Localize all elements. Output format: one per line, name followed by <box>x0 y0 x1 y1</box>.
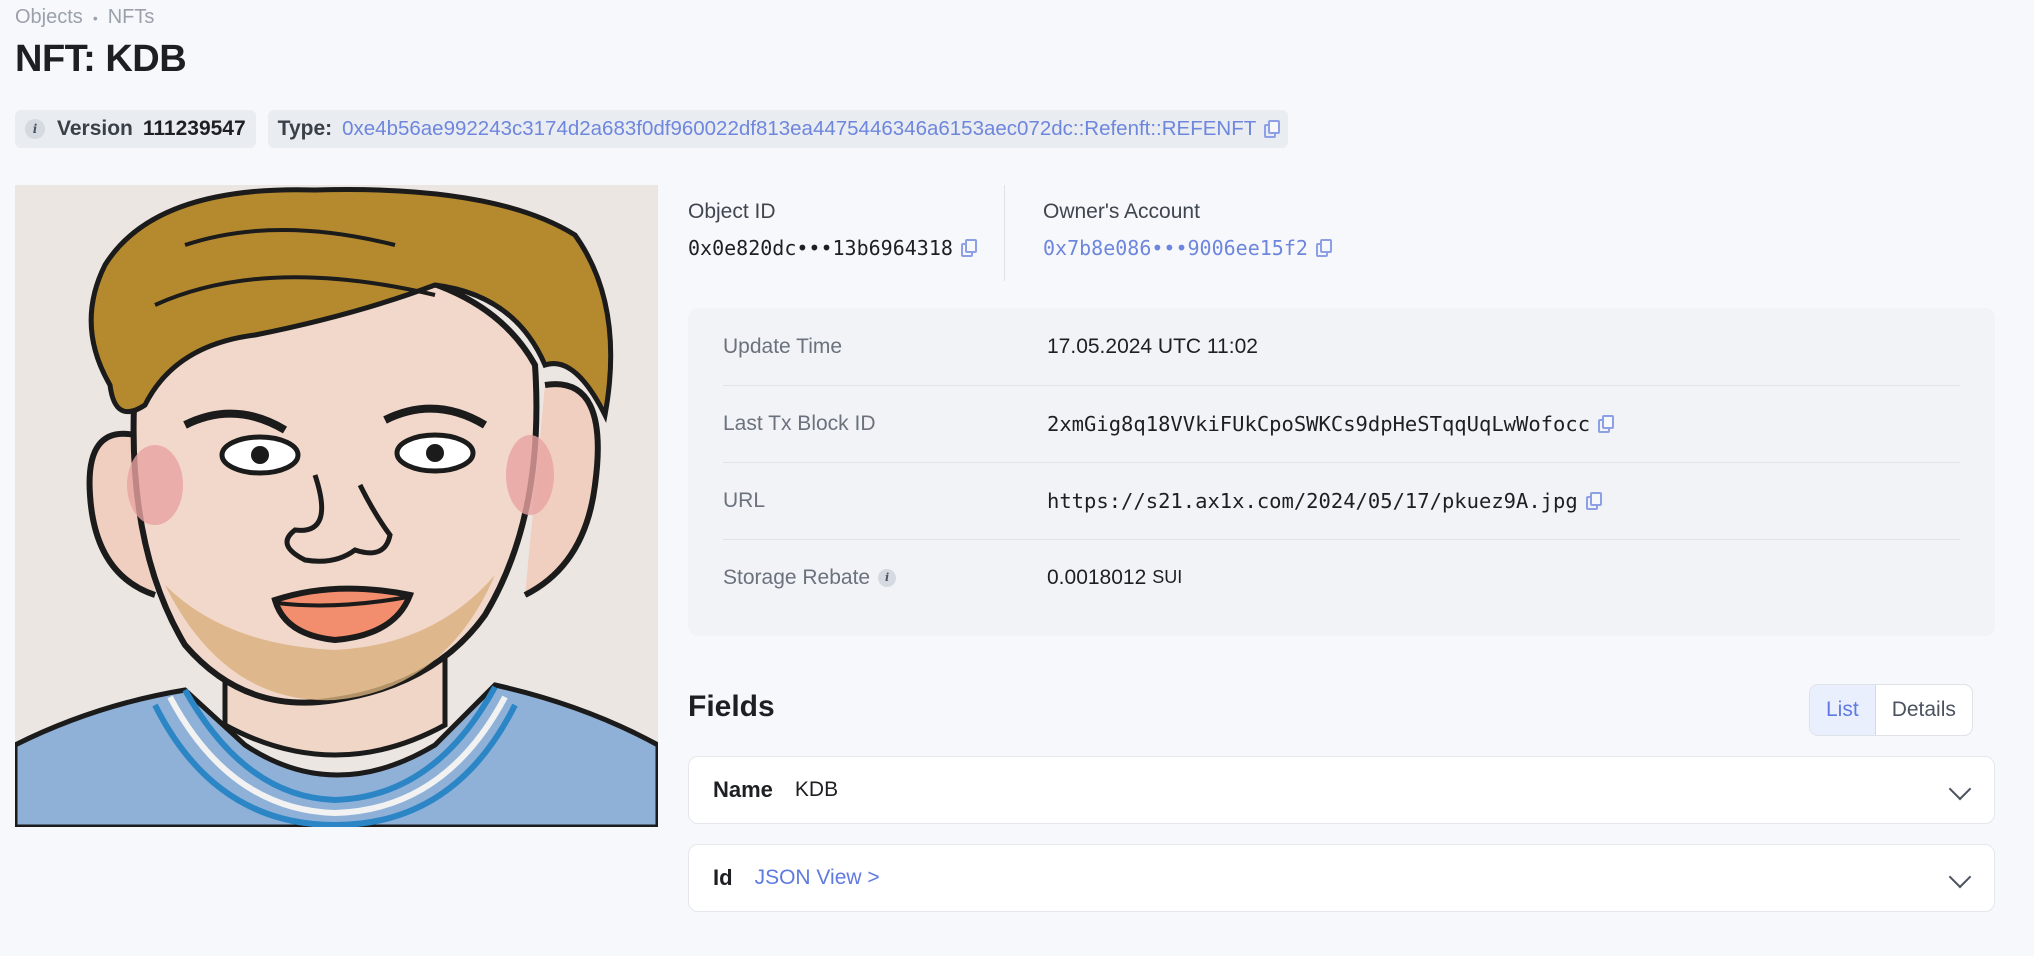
detail-label: URL <box>723 488 766 512</box>
detail-row-storage-rebate: Storage Rebate i 0.0018012 SUI <box>723 539 1960 616</box>
field-name: Name <box>713 777 773 802</box>
owner-value: 0x7b8e086•••9006ee15f2 <box>1043 236 1332 260</box>
info-icon[interactable]: i <box>25 119 45 139</box>
detail-row-url: URL https://s21.ax1x.com/2024/05/17/pkue… <box>723 462 1960 540</box>
type-link[interactable]: 0xe4b56ae992243c3174d2a683f0df960022df81… <box>342 117 1256 141</box>
type-label: Type: <box>277 117 333 140</box>
nft-image[interactable] <box>15 185 658 827</box>
version-value: 111239547 <box>142 117 246 140</box>
owner-label: Owner's Account <box>1043 200 1200 223</box>
object-id-text: 0x0e820dc•••13b6964318 <box>688 236 953 260</box>
object-id-label: Object ID <box>688 200 776 223</box>
owner-account-link[interactable]: 0x7b8e086•••9006ee15f2 <box>1043 236 1308 260</box>
json-view-link[interactable]: JSON View > <box>755 866 880 890</box>
header-chips: i Version 111239547 Type: 0xe4b56ae99224… <box>15 110 1289 148</box>
breadcrumb-item-nfts[interactable]: NFTs <box>108 6 155 29</box>
field-name: Id <box>713 865 733 890</box>
details-card: Update Time 17.05.2024 UTC 11:02 Last Tx… <box>688 308 1995 636</box>
last-tx-value: 2xmGig8q18VVkiFUkCpoSWKCs9dpHeSTqqUqLwWo… <box>1047 412 1615 436</box>
detail-row-update-time: Update Time 17.05.2024 UTC 11:02 <box>723 308 1960 386</box>
chevron-down-icon[interactable] <box>1948 865 1972 889</box>
copy-icon[interactable] <box>1264 120 1281 138</box>
breadcrumb: Objects • NFTs <box>15 6 154 29</box>
chevron-down-icon[interactable] <box>1948 777 1972 801</box>
detail-label: Storage Rebate i <box>723 566 1047 590</box>
storage-rebate-unit: SUI <box>1152 567 1183 587</box>
view-toggle: List Details <box>1809 684 1973 736</box>
detail-label: Update Time <box>723 334 843 358</box>
divider <box>1004 185 1005 281</box>
update-time-value: 17.05.2024 UTC 11:02 <box>1047 334 1258 358</box>
type-chip: Type: 0xe4b56ae992243c3174d2a683f0df9600… <box>267 110 1289 148</box>
copy-icon[interactable] <box>1585 491 1602 510</box>
detail-label: Last Tx Block ID <box>723 411 876 435</box>
breadcrumb-separator: • <box>92 9 98 26</box>
object-id-block: Object ID 0x0e820dc•••13b6964318 <box>688 200 977 260</box>
page-title: NFT: KDB <box>15 38 187 80</box>
field-value: KDB <box>794 778 839 801</box>
last-tx-link[interactable]: 2xmGig8q18VVkiFUkCpoSWKCs9dpHeSTqqUqLwWo… <box>1047 412 1590 436</box>
storage-rebate-label: Storage Rebate <box>723 565 871 589</box>
storage-rebate-amount: 0.0018012 <box>1047 565 1147 589</box>
copy-icon[interactable] <box>960 239 977 257</box>
fields-title: Fields <box>688 690 775 723</box>
url-text[interactable]: https://s21.ax1x.com/2024/05/17/pkuez9A.… <box>1047 489 1578 513</box>
owner-block: Owner's Account 0x7b8e086•••9006ee15f2 <box>1043 200 1332 260</box>
storage-rebate-value: 0.0018012 SUI <box>1047 566 1182 590</box>
copy-icon[interactable] <box>1315 239 1332 257</box>
breadcrumb-item-objects[interactable]: Objects <box>15 6 83 29</box>
copy-icon[interactable] <box>1598 414 1615 433</box>
field-row-name[interactable]: Name KDB <box>688 756 1995 824</box>
object-id-value: 0x0e820dc•••13b6964318 <box>688 236 977 260</box>
info-icon[interactable]: i <box>878 568 897 587</box>
tab-list[interactable]: List <box>1810 685 1876 735</box>
version-chip: i Version 111239547 <box>15 110 256 148</box>
field-row-id[interactable]: Id JSON View > <box>688 844 1995 912</box>
detail-row-last-tx: Last Tx Block ID 2xmGig8q18VVkiFUkCpoSWK… <box>723 385 1960 463</box>
version-label: Version <box>57 117 133 140</box>
url-value: https://s21.ax1x.com/2024/05/17/pkuez9A.… <box>1047 489 1602 513</box>
tab-details[interactable]: Details <box>1876 685 1972 735</box>
